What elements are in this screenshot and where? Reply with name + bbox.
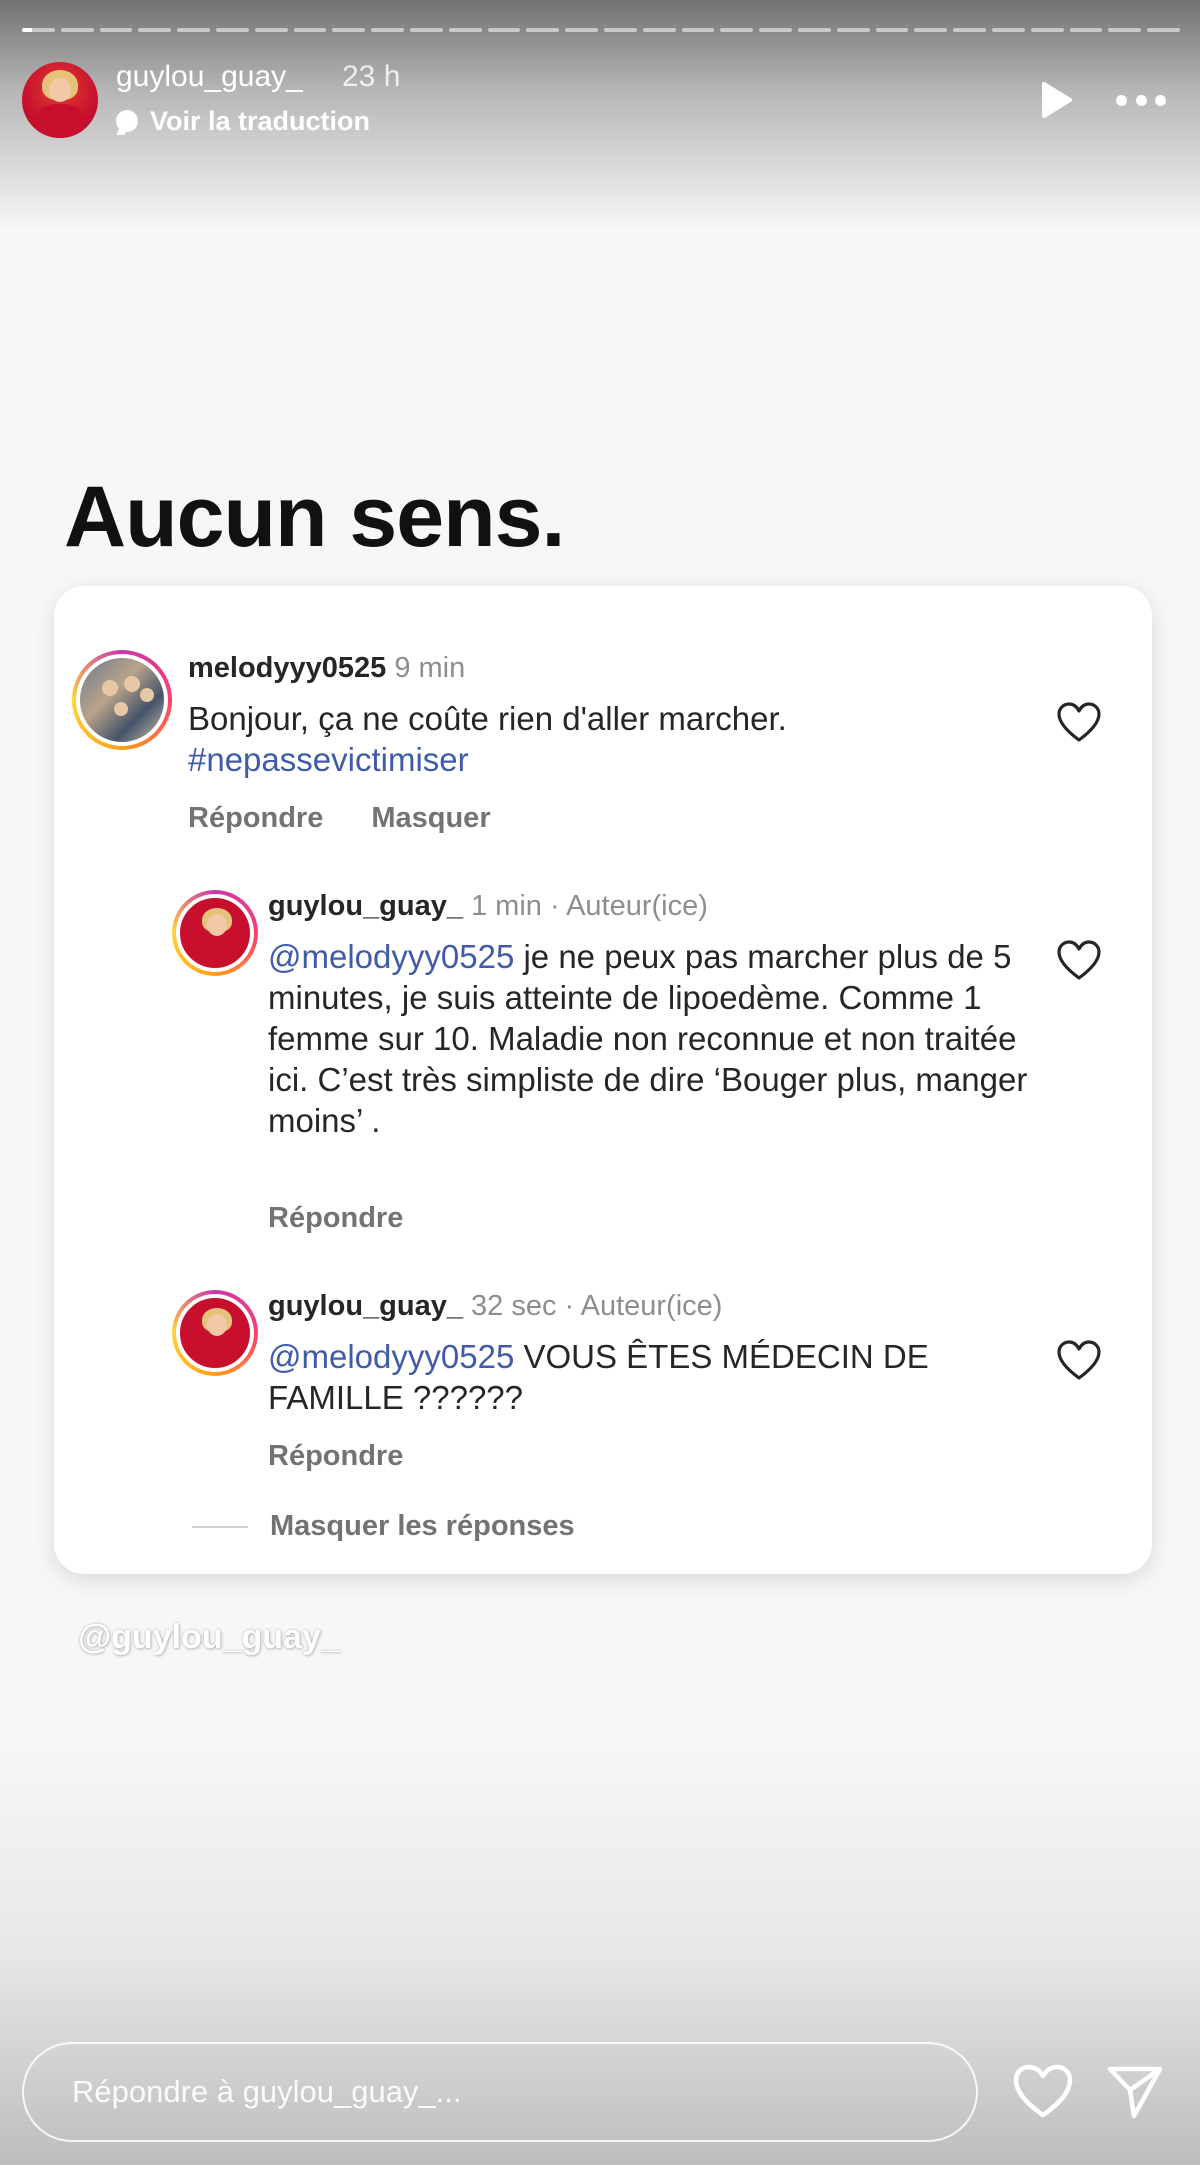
progress-segment — [1030, 28, 1064, 32]
progress-segment — [371, 28, 404, 32]
like-heart-icon[interactable] — [1012, 2064, 1074, 2120]
progress-segment — [836, 28, 870, 32]
progress-segment — [177, 28, 210, 32]
progress-segment — [254, 28, 288, 32]
heart-icon[interactable] — [1056, 702, 1102, 744]
heart-icon[interactable] — [1056, 1340, 1102, 1382]
comment-meta: guylou_guay_ 1 min · Auteur(ice) — [268, 890, 708, 923]
translate-icon — [116, 110, 138, 132]
reply-button[interactable]: Répondre — [188, 802, 323, 835]
reply-button[interactable]: Répondre — [268, 1202, 403, 1235]
hide-button[interactable]: Masquer — [371, 802, 490, 835]
story-header: guylou_guay_ 23 h Voir la traduction — [22, 60, 1180, 140]
progress-segment — [215, 28, 249, 32]
hashtag-link[interactable]: #nepassevictimiser — [188, 739, 948, 780]
comment-time: 9 min — [394, 652, 466, 684]
progress-segment — [681, 28, 715, 32]
see-translation-label: Voir la traduction — [150, 105, 371, 136]
hide-replies-label: Masquer les réponses — [270, 1510, 575, 1542]
progress-segment — [875, 28, 909, 32]
story-headline: Aucun sens. — [64, 469, 565, 565]
avatar[interactable] — [22, 62, 98, 138]
progress-segment — [526, 28, 560, 32]
story-viewer[interactable]: guylou_guay_ 23 h Voir la traduction Auc… — [0, 0, 1200, 2165]
progress-segment — [565, 28, 598, 32]
comment-text: Bonjour, ça ne coûte rien d'aller marche… — [188, 698, 948, 780]
comment-actions: Répondre Masquer — [188, 802, 491, 835]
mention-link[interactable]: @melodyyy0525 — [268, 1338, 514, 1375]
comment-username[interactable]: guylou_guay_ — [268, 890, 463, 922]
progress-segment — [22, 28, 55, 32]
comment-text: @melodyyy0525 je ne peux pas marcher plu… — [268, 938, 1028, 1139]
hide-replies-button[interactable]: Masquer les réponses — [192, 1510, 575, 1543]
play-icon[interactable] — [1032, 78, 1076, 122]
progress-segment — [138, 28, 172, 32]
author-avatar — [172, 1290, 258, 1376]
progress-segment — [1069, 28, 1103, 32]
progress-segment — [448, 28, 482, 32]
story-time: 23 h — [342, 60, 401, 93]
progress-segment — [797, 28, 831, 32]
progress-segment — [1147, 28, 1180, 32]
progress-segment — [603, 28, 637, 32]
comment-actions: Répondre — [268, 1202, 403, 1235]
progress-segment — [953, 28, 986, 32]
progress-segment — [99, 28, 133, 32]
progress-segment — [642, 28, 676, 32]
progress-segment — [991, 28, 1025, 32]
comment-time: 32 sec · Auteur(ice) — [471, 1290, 723, 1322]
progress-segment — [332, 28, 366, 32]
heart-icon[interactable] — [1056, 940, 1102, 982]
comment-actions: Répondre — [268, 1440, 403, 1473]
username-watermark: @guylou_guay_ — [78, 1618, 340, 1656]
progress-segment — [293, 28, 327, 32]
author-avatar — [172, 890, 258, 976]
progress-segment — [60, 28, 94, 32]
commenter-avatar — [72, 650, 172, 750]
see-translation-button[interactable]: Voir la traduction — [116, 104, 370, 138]
progress-segment — [720, 28, 754, 32]
comment-username[interactable]: melodyyy0525 — [188, 652, 386, 684]
comment-text: @melodyyy0525 VOUS ÊTES MÉDECIN DE FAMIL… — [268, 1338, 929, 1416]
comment-screenshot-card: melodyyy0525 9 min Bonjour, ça ne coûte r… — [54, 586, 1152, 1574]
progress-segment — [487, 28, 521, 32]
comment-meta: guylou_guay_ 32 sec · Auteur(ice) — [268, 1290, 722, 1323]
story-reply-input[interactable]: Répondre à guylou_guay_... — [22, 2042, 978, 2142]
comment-username[interactable]: guylou_guay_ — [268, 1290, 463, 1322]
progress-segment — [1108, 28, 1142, 32]
mention-link[interactable]: @melodyyy0525 — [268, 938, 514, 975]
send-icon[interactable] — [1106, 2064, 1164, 2120]
progress-segment — [759, 28, 792, 32]
story-username[interactable]: guylou_guay_ — [116, 60, 303, 94]
more-options-icon[interactable] — [1110, 78, 1172, 122]
comment-meta: melodyyy0525 9 min — [188, 652, 465, 685]
comment-time: 1 min · Auteur(ice) — [471, 890, 708, 922]
divider — [192, 1525, 248, 1528]
progress-segment — [914, 28, 948, 32]
reply-button[interactable]: Répondre — [268, 1440, 403, 1473]
progress-segment — [409, 28, 443, 32]
story-progress-bar — [22, 28, 1180, 32]
